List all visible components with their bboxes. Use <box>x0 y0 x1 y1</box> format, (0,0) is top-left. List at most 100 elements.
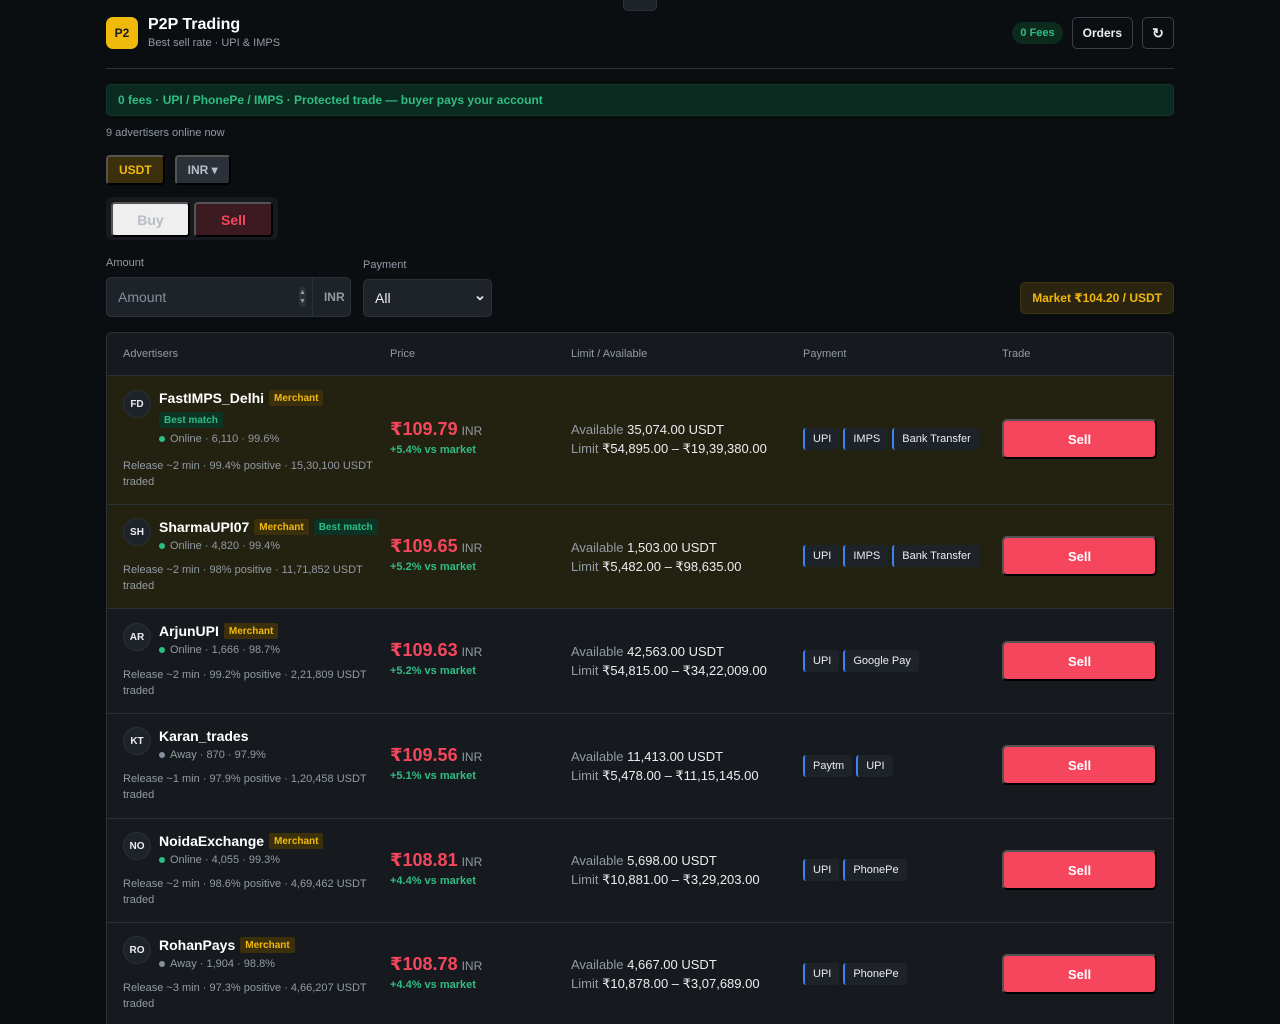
orders-button[interactable]: Orders <box>1071 17 1133 49</box>
price-value: ₹109.63 <box>390 640 458 660</box>
payment-chip: PhonePe <box>843 859 907 881</box>
release-info: Release ~2 min · 98.6% positive · 4,69,4… <box>123 878 367 906</box>
limit-cell: Available 1,503.00 USDT Limit ₹5,482.00 … <box>571 538 742 576</box>
price-unit: INR <box>461 424 483 438</box>
price-cell: ₹109.65 INR +5.2% vs market <box>390 536 482 573</box>
status-text: Online · 6,110 · 99.6% <box>170 433 280 445</box>
sell-button[interactable]: Sell <box>1002 745 1157 785</box>
payment-methods: UPI IMPS Bank Transfer <box>803 428 979 450</box>
payment-chip: UPI <box>803 428 840 450</box>
payment-chip: UPI <box>803 650 840 672</box>
payment-chip: IMPS <box>843 545 889 567</box>
best-match-badge: Best match <box>313 519 378 535</box>
advertiser-status: Away · 870 · 97.9% <box>159 749 384 761</box>
payment-methods: UPI PhonePe <box>803 963 907 985</box>
limit-value: ₹54,895.00 – ₹19,39,380.00 <box>602 441 767 456</box>
advertiser-info: NoidaExchange Merchant Online · 4,055 · … <box>159 833 384 866</box>
filters: Amount ▲ ▼ INR Payment All Market ₹104.2… <box>106 257 1174 319</box>
status-text: Away · 1,904 · 98.8% <box>170 958 275 970</box>
price-unit: INR <box>461 855 483 869</box>
merchant-badge: Merchant <box>269 390 324 406</box>
away-dot-icon <box>159 752 165 758</box>
advertiser-status: Away · 1,904 · 98.8% <box>159 958 384 970</box>
limit-label: Limit <box>571 441 599 456</box>
asset-selector: USDT INR ▾ <box>106 155 1174 185</box>
limit-label: Limit <box>571 872 599 887</box>
limit-label: Limit <box>571 559 599 574</box>
payment-label: Payment <box>363 259 407 271</box>
page-title: P2P Trading <box>148 16 241 33</box>
limit-label: Limit <box>571 976 599 991</box>
available-value: 42,563.00 USDT <box>627 644 724 659</box>
chevron-down-icon: ▼ <box>299 298 306 305</box>
sell-button[interactable]: Sell <box>1002 641 1157 681</box>
release-info: Release ~2 min · 99.4% positive · 15,30,… <box>123 460 373 488</box>
limit-cell: Available 5,698.00 USDT Limit ₹10,881.00… <box>571 851 760 889</box>
refresh-button[interactable]: ↻ <box>1142 17 1174 49</box>
advertiser-name[interactable]: ArjunUPI <box>159 623 219 639</box>
away-dot-icon <box>159 961 165 967</box>
info-banner: 0 fees · UPI / PhonePe / IMPS · Protecte… <box>106 84 1174 116</box>
advertiser-info: ArjunUPI Merchant Online · 1,666 · 98.7% <box>159 623 384 656</box>
limit-cell: Available 11,413.00 USDT Limit ₹5,478.00… <box>571 747 759 785</box>
fees-badge: 0 Fees <box>1012 22 1063 44</box>
fiat-currency-dropdown[interactable]: INR ▾ <box>174 155 231 185</box>
advertiser-name[interactable]: Karan_trades <box>159 728 249 744</box>
status-text: Online · 4,820 · 99.4% <box>170 540 281 552</box>
online-dot-icon <box>159 647 165 653</box>
advertiser-status: Online · 4,820 · 99.4% <box>159 540 384 552</box>
avatar: NO <box>123 832 151 860</box>
sell-button[interactable]: Sell <box>1002 954 1157 994</box>
advertiser-name[interactable]: RohanPays <box>159 937 235 953</box>
tab-buy[interactable]: Buy <box>111 202 190 237</box>
price-value: ₹109.56 <box>390 745 458 765</box>
advertiser-status: Online · 4,055 · 99.3% <box>159 854 384 866</box>
sell-button[interactable]: Sell <box>1002 419 1157 459</box>
payment-select-value: All <box>375 290 391 306</box>
limit-cell: Available 35,074.00 USDT Limit ₹54,895.0… <box>571 420 767 458</box>
crypto-asset-button[interactable]: USDT <box>106 155 165 185</box>
advertiser-name[interactable]: NoidaExchange <box>159 833 264 849</box>
limit-label: Limit <box>571 663 599 678</box>
available-value: 35,074.00 USDT <box>627 422 724 437</box>
price-diff: +4.4% vs market <box>390 875 476 887</box>
advertiser-info: SharmaUPI07 Merchant Best match Online ·… <box>159 519 384 552</box>
avatar: FD <box>123 390 151 418</box>
advertiser-name[interactable]: FastIMPS_Delhi <box>159 390 264 406</box>
payment-chip: UPI <box>803 963 840 985</box>
sell-button[interactable]: Sell <box>1002 850 1157 890</box>
price-cell: ₹109.63 INR +5.2% vs market <box>390 640 482 677</box>
amount-stepper[interactable]: ▲ ▼ <box>299 287 306 307</box>
merchant-badge: Merchant <box>223 623 279 639</box>
advertiser-name[interactable]: SharmaUPI07 <box>159 519 249 535</box>
payment-chip: PhonePe <box>843 963 907 985</box>
col-limit: Limit / Available <box>571 348 648 360</box>
limit-value: ₹10,878.00 – ₹3,07,689.00 <box>602 976 760 991</box>
sell-button[interactable]: Sell <box>1002 536 1157 576</box>
brand: P2 P2P Trading Best sell rate · UPI & IM… <box>106 15 280 51</box>
table-row: NO NoidaExchange Merchant Online · 4,055… <box>107 819 1173 923</box>
chevron-up-icon: ▲ <box>299 289 306 296</box>
available-label: Available <box>571 644 624 659</box>
limit-value: ₹10,881.00 – ₹3,29,203.00 <box>602 872 760 887</box>
col-payment: Payment <box>803 348 847 360</box>
limit-value: ₹54,815.00 – ₹34,22,009.00 <box>602 663 767 678</box>
payment-select[interactable]: All <box>363 279 492 317</box>
tab-sell[interactable]: Sell <box>194 202 273 237</box>
limit-cell: Available 4,667.00 USDT Limit ₹10,878.00… <box>571 955 760 993</box>
col-trade: Trade <box>1002 348 1031 360</box>
available-label: Available <box>571 422 624 437</box>
price-unit: INR <box>461 750 483 764</box>
release-info: Release ~3 min · 97.3% positive · 4,66,2… <box>123 982 367 1010</box>
price-unit: INR <box>461 645 483 659</box>
app-header: P2 P2P Trading Best sell rate · UPI & IM… <box>106 0 1174 69</box>
online-dot-icon <box>159 857 165 863</box>
amount-input[interactable] <box>107 278 299 316</box>
payment-chip: Bank Transfer <box>892 428 979 450</box>
best-match-badge: Best match <box>159 412 223 428</box>
price-diff: +5.2% vs market <box>390 561 476 573</box>
payment-chip: UPI <box>803 545 840 567</box>
table-row: AR ArjunUPI Merchant Online · 1,666 · 98… <box>107 609 1173 714</box>
advertiser-status: Online · 6,110 · 99.6% <box>159 433 384 445</box>
chevron-down-icon <box>476 295 484 301</box>
